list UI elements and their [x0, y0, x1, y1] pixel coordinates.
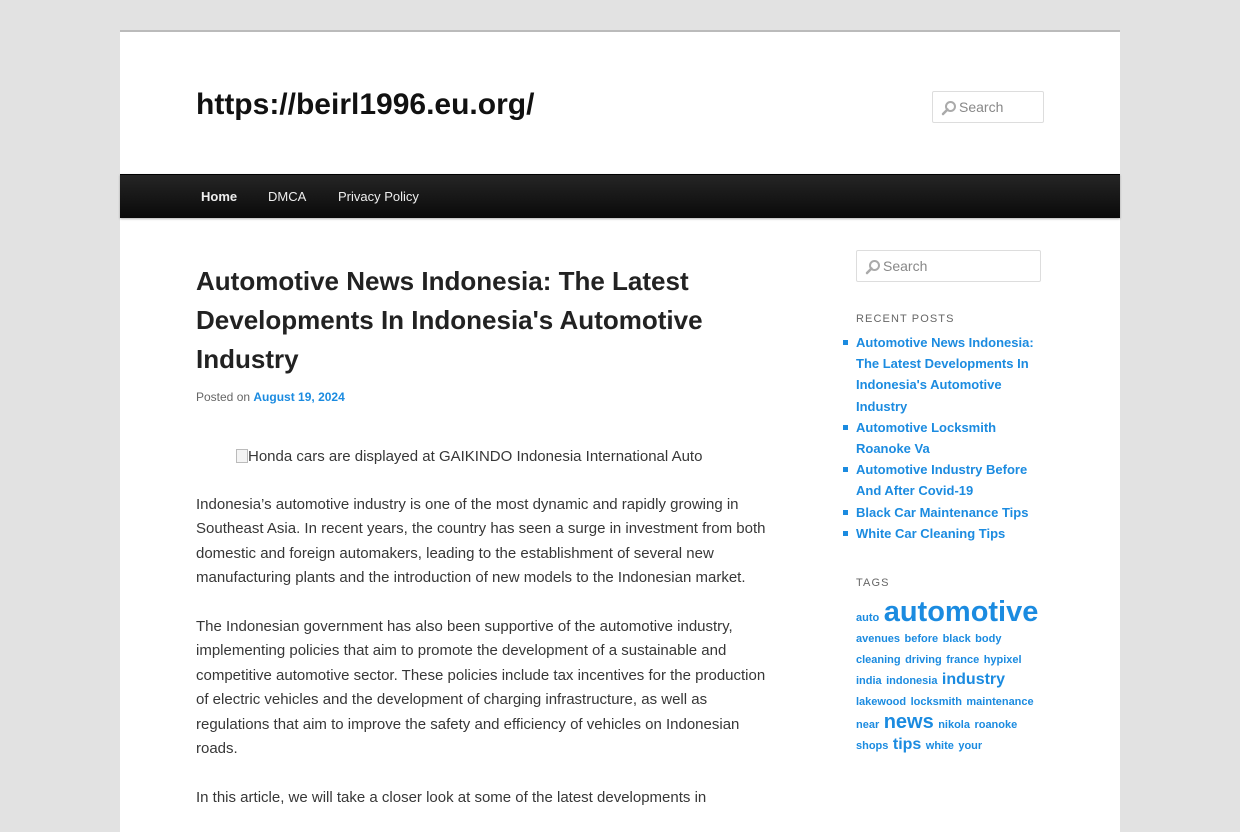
nav-item-home[interactable]: Home [201, 175, 237, 218]
tag-link[interactable]: driving [905, 654, 942, 666]
header-search-field[interactable] [932, 91, 1044, 123]
tag-link[interactable]: cleaning [856, 654, 901, 666]
tag-link[interactable]: indonesia [886, 675, 937, 687]
sidebar-search-field[interactable] [856, 250, 1041, 282]
search-icon [865, 260, 880, 275]
tag-link[interactable]: white [926, 740, 954, 752]
tag-link[interactable]: news [884, 711, 934, 733]
tag-link[interactable]: maintenance [966, 696, 1033, 708]
post-paragraph: The Indonesian government has also been … [196, 618, 766, 758]
post-image-alt-text: Honda cars are displayed at GAIKINDO Ind… [248, 448, 703, 465]
tag-cloud: auto automotive avenues before black bod… [856, 598, 1046, 756]
recent-post-link[interactable]: Automotive News Indonesia: The Latest De… [856, 335, 1034, 414]
tag-link[interactable]: nikola [938, 719, 970, 731]
broken-image-icon [236, 449, 248, 463]
recent-post-link[interactable]: Black Car Maintenance Tips [856, 505, 1028, 520]
tag-link[interactable]: india [856, 675, 882, 687]
recent-post-link[interactable]: White Car Cleaning Tips [856, 526, 1005, 541]
recent-post-item: White Car Cleaning Tips [843, 523, 1046, 544]
post-image: Honda cars are displayed at GAIKINDO Ind… [236, 448, 702, 465]
post-meta: Posted on August 19, 2024 [196, 390, 345, 404]
tag-link[interactable]: hypixel [984, 654, 1022, 666]
sidebar-search-input[interactable] [883, 251, 1036, 281]
tag-link[interactable]: body [975, 633, 1001, 645]
tag-link[interactable]: before [904, 633, 938, 645]
tag-link[interactable]: shops [856, 740, 888, 752]
recent-post-link[interactable]: Automotive Locksmith Roanoke Va [856, 420, 996, 456]
nav-item-privacy-policy[interactable]: Privacy Policy [338, 175, 419, 218]
tag-link[interactable]: roanoke [974, 719, 1017, 731]
site-title[interactable]: https://beirl1996.eu.org/ [196, 88, 534, 122]
tag-link[interactable]: lakewood [856, 696, 906, 708]
main-navigation: Home DMCA Privacy Policy [120, 174, 1120, 218]
post-paragraph: In this article, we will take a closer l… [196, 789, 707, 806]
post-date-link[interactable]: August 19, 2024 [253, 390, 344, 404]
tag-link[interactable]: your [958, 740, 982, 752]
recent-posts-list: Automotive News Indonesia: The Latest De… [843, 332, 1046, 544]
recent-post-item: Automotive News Indonesia: The Latest De… [843, 332, 1046, 417]
tag-link[interactable]: france [946, 654, 979, 666]
post-title[interactable]: Automotive News Indonesia: The Latest De… [196, 262, 756, 379]
tag-link[interactable]: locksmith [911, 696, 962, 708]
recent-post-item: Automotive Industry Before And After Cov… [843, 459, 1046, 501]
tags-heading: TAGS [856, 577, 890, 589]
recent-post-item: Automotive Locksmith Roanoke Va [843, 417, 1046, 459]
header-search-input[interactable] [959, 92, 1039, 122]
tag-link[interactable]: near [856, 719, 879, 731]
recent-post-link[interactable]: Automotive Industry Before And After Cov… [856, 462, 1027, 498]
recent-post-item: Black Car Maintenance Tips [843, 502, 1046, 523]
nav-item-dmca[interactable]: DMCA [268, 175, 306, 218]
tag-link[interactable]: avenues [856, 633, 900, 645]
post-paragraph: Indonesia’s automotive industry is one o… [196, 496, 766, 587]
recent-posts-heading: RECENT POSTS [856, 313, 955, 325]
tag-link[interactable]: automotive [884, 596, 1039, 628]
tag-link[interactable]: industry [942, 671, 1005, 688]
tag-link[interactable]: tips [893, 736, 921, 753]
posted-on-label: Posted on [196, 390, 251, 404]
search-icon [941, 101, 956, 116]
tag-link[interactable]: black [943, 633, 971, 645]
tag-link[interactable]: auto [856, 612, 879, 624]
page-container: https://beirl1996.eu.org/ Home DMCA Priv… [120, 30, 1120, 832]
